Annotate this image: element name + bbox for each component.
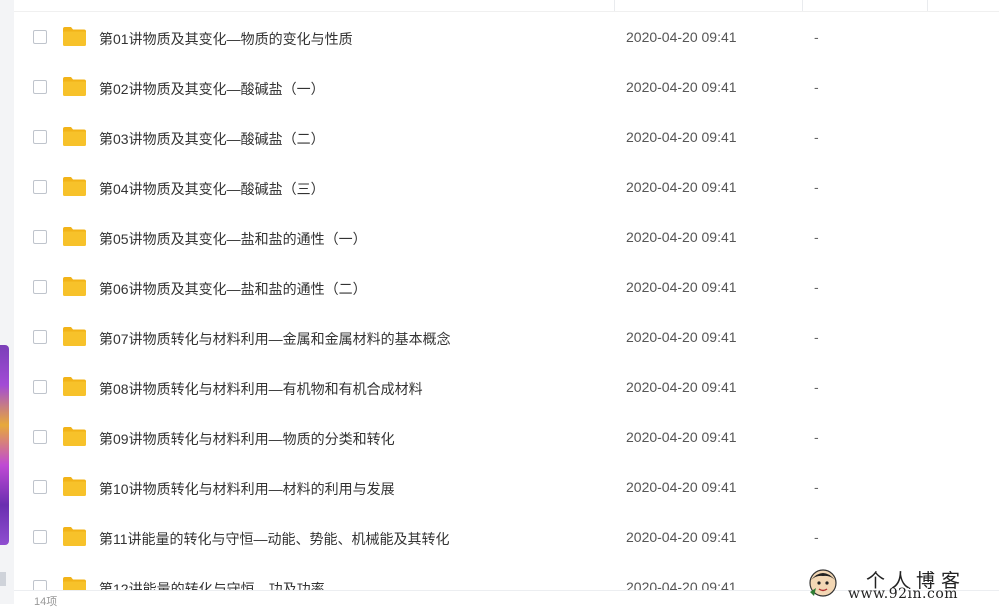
row-checkbox[interactable] bbox=[33, 80, 47, 94]
modified-date: 2020-04-20 09:41 bbox=[626, 129, 737, 145]
modified-date: 2020-04-20 09:41 bbox=[626, 329, 737, 345]
row-checkbox[interactable] bbox=[33, 280, 47, 294]
file-size: - bbox=[814, 179, 819, 195]
file-name[interactable]: 第02讲物质及其变化—酸碱盐（一） bbox=[99, 79, 325, 99]
column-divider[interactable] bbox=[802, 0, 803, 11]
item-count: 14项 bbox=[34, 596, 58, 608]
modified-date: 2020-04-20 09:41 bbox=[626, 429, 737, 445]
file-row[interactable]: 第03讲物质及其变化—酸碱盐（二） 2020-04-20 09:41 - bbox=[14, 113, 999, 163]
file-row[interactable]: 第04讲物质及其变化—酸碱盐（三） 2020-04-20 09:41 - bbox=[14, 163, 999, 213]
file-size: - bbox=[814, 379, 819, 395]
column-divider[interactable] bbox=[614, 0, 615, 11]
watermark-url: www.92in.com bbox=[848, 586, 959, 602]
folder-icon bbox=[63, 477, 86, 496]
modified-date: 2020-04-20 09:41 bbox=[626, 379, 737, 395]
modified-date: 2020-04-20 09:41 bbox=[626, 179, 737, 195]
folder-icon bbox=[63, 327, 86, 346]
file-size: - bbox=[814, 279, 819, 295]
file-list: 第01讲物质及其变化—物质的变化与性质 2020-04-20 09:41- 第02讲… bbox=[14, 0, 999, 604]
folder-icon bbox=[63, 277, 86, 296]
file-row[interactable]: 第02讲物质及其变化—酸碱盐（一） 2020-04-20 09:41 - bbox=[14, 63, 999, 113]
file-size: - bbox=[814, 479, 819, 495]
folder-icon bbox=[63, 27, 86, 46]
row-checkbox[interactable] bbox=[33, 530, 47, 544]
file-row[interactable]: 第06讲物质及其变化—盐和盐的通性（二） 2020-04-20 09:41 - bbox=[14, 263, 999, 313]
file-row[interactable]: 第09讲物质转化与材料利用—物质的分类和转化 2020-04-20 09:41 - bbox=[14, 413, 999, 463]
row-checkbox[interactable] bbox=[33, 480, 47, 494]
file-name[interactable]: 第08讲物质转化与材料利用—有机物和有机合成材料 bbox=[99, 379, 423, 399]
row-checkbox[interactable] bbox=[33, 30, 47, 44]
row-checkbox[interactable] bbox=[33, 330, 47, 344]
modified-date: 2020-04-20 09:41 bbox=[626, 279, 737, 295]
modified-date: 2020-04-20 09:41 bbox=[626, 529, 737, 545]
file-name[interactable]: 第05讲物质及其变化—盐和盐的通性（一） bbox=[99, 229, 367, 249]
modified-date: 2020-04-20 09:41 bbox=[626, 29, 737, 45]
file-name[interactable]: 第06讲物质及其变化—盐和盐的通性（二） bbox=[99, 279, 367, 299]
row-checkbox[interactable] bbox=[33, 430, 47, 444]
file-size: - bbox=[814, 329, 819, 345]
file-size: - bbox=[814, 229, 819, 245]
adjacent-window-scroll bbox=[0, 572, 6, 586]
mascot-icon bbox=[809, 569, 837, 597]
file-row[interactable]: 第05讲物质及其变化—盐和盐的通性（一） 2020-04-20 09:41 - bbox=[14, 213, 999, 263]
file-row[interactable]: 第08讲物质转化与材料利用—有机物和有机合成材料 2020-04-20 09:41… bbox=[14, 363, 999, 413]
column-divider[interactable] bbox=[927, 0, 928, 11]
modified-date: 2020-04-20 09:41 bbox=[626, 79, 737, 95]
folder-icon bbox=[63, 227, 86, 246]
file-size: - bbox=[814, 79, 819, 95]
folder-icon bbox=[63, 177, 86, 196]
file-row[interactable]: 第07讲物质转化与材料利用—金属和金属材料的基本概念 2020-04-20 09:… bbox=[14, 313, 999, 363]
modified-date: 2020-04-20 09:41 bbox=[626, 479, 737, 495]
adjacent-window-graphic bbox=[0, 345, 9, 545]
file-name[interactable]: 第03讲物质及其变化—酸碱盐（二） bbox=[99, 129, 325, 149]
file-size: - bbox=[814, 529, 819, 545]
column-header-strip bbox=[14, 0, 999, 12]
folder-icon bbox=[63, 427, 86, 446]
file-row[interactable]: 第01讲物质及其变化—物质的变化与性质 2020-04-20 09:41 - bbox=[14, 13, 999, 63]
file-name[interactable]: 第11讲能量的转化与守恒—动能、势能、机械能及其转化 bbox=[99, 529, 450, 549]
row-checkbox[interactable] bbox=[33, 130, 47, 144]
row-checkbox[interactable] bbox=[33, 180, 47, 194]
folder-icon bbox=[63, 127, 86, 146]
file-name[interactable]: 第09讲物质转化与材料利用—物质的分类和转化 bbox=[99, 429, 395, 449]
folder-icon bbox=[63, 377, 86, 396]
file-row[interactable]: 第10讲物质转化与材料利用—材料的利用与发展 2020-04-20 09:41 - bbox=[14, 463, 999, 513]
file-size: - bbox=[814, 429, 819, 445]
file-name[interactable]: 第04讲物质及其变化—酸碱盐（三） bbox=[99, 179, 325, 199]
blog-watermark: 个人博客 www.92in.com bbox=[804, 566, 999, 604]
file-name[interactable]: 第07讲物质转化与材料利用—金属和金属材料的基本概念 bbox=[99, 329, 451, 349]
folder-icon bbox=[63, 77, 86, 96]
folder-icon bbox=[63, 527, 86, 546]
row-checkbox[interactable] bbox=[33, 380, 47, 394]
file-name[interactable]: 第01讲物质及其变化—物质的变化与性质 bbox=[99, 29, 353, 49]
file-name[interactable]: 第10讲物质转化与材料利用—材料的利用与发展 bbox=[99, 479, 395, 499]
row-checkbox[interactable] bbox=[33, 230, 47, 244]
file-size: - bbox=[814, 29, 819, 45]
adjacent-window-edge bbox=[0, 0, 14, 604]
modified-date: 2020-04-20 09:41 bbox=[626, 229, 737, 245]
file-row[interactable]: 第11讲能量的转化与守恒—动能、势能、机械能及其转化 2020-04-20 09:… bbox=[14, 513, 999, 563]
file-size: - bbox=[814, 129, 819, 145]
